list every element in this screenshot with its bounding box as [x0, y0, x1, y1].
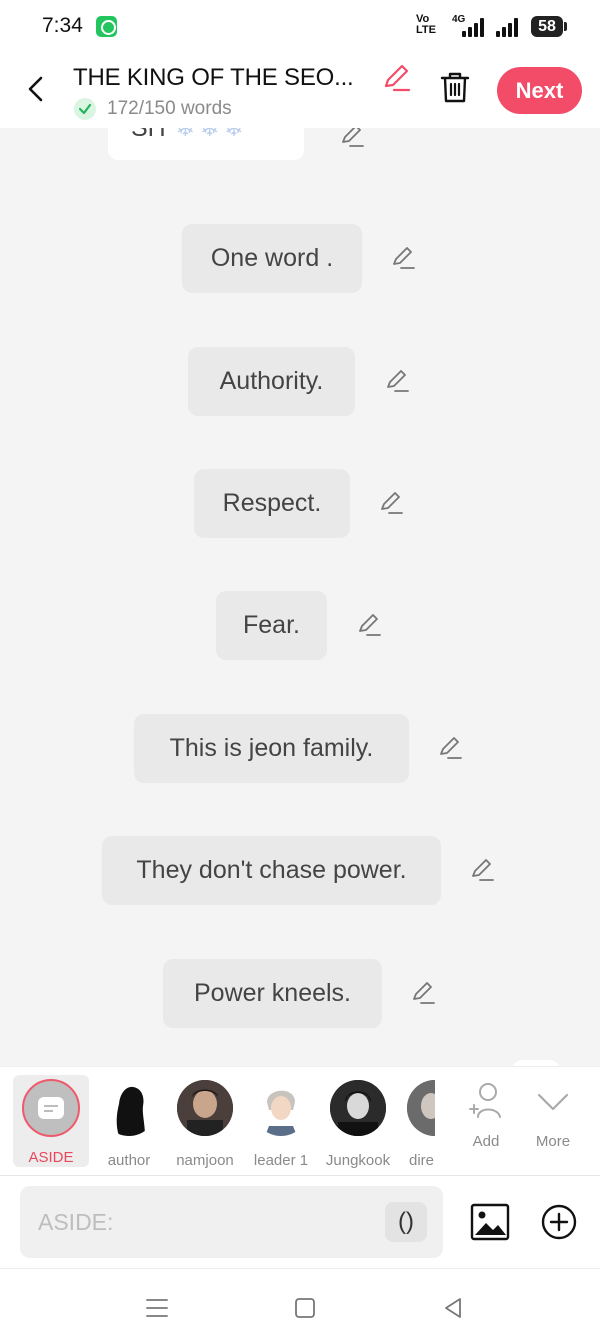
- add-person-icon: [469, 1083, 501, 1118]
- add-character-button[interactable]: Add: [456, 1081, 516, 1150]
- character-label: ASIDE: [28, 1149, 74, 1166]
- edit-message-icon[interactable]: [355, 611, 383, 639]
- editor-header: THE KING OF THE SEO... 172/150 words Nex…: [0, 52, 600, 128]
- edit-message-icon[interactable]: [468, 856, 496, 884]
- image-icon: [470, 1203, 510, 1241]
- character-label: leader 1: [253, 1152, 309, 1169]
- message-bubble[interactable]: They don't chase power.: [102, 836, 441, 905]
- character-label: author: [107, 1152, 151, 1169]
- back-nav-icon[interactable]: [440, 1295, 466, 1321]
- system-nav-bar: [0, 1268, 600, 1343]
- character-leader-1[interactable]: leader 1: [243, 1077, 319, 1169]
- silhouette-avatar: [101, 1080, 157, 1136]
- delete-button[interactable]: [438, 70, 472, 104]
- story-title: THE KING OF THE SEO...: [73, 64, 354, 91]
- photo-avatar: [407, 1080, 435, 1136]
- status-bar: 7:34 Vo LTE 4G 58: [0, 0, 600, 52]
- more-options-button[interactable]: [539, 1202, 579, 1242]
- edit-message-icon[interactable]: [377, 489, 405, 517]
- signal-icon-2: [496, 17, 522, 37]
- home-icon[interactable]: [292, 1295, 318, 1321]
- battery-icon: 58: [531, 16, 567, 37]
- parenthesis-button[interactable]: (): [385, 1202, 427, 1242]
- message-bubble-partial[interactable]: SH ❄❄❄: [108, 128, 304, 160]
- character-author[interactable]: author: [91, 1077, 167, 1169]
- character-label: dire: [409, 1152, 435, 1169]
- story-chat-area[interactable]: SH ❄❄❄ One word . Authority. Respect. Fe…: [0, 128, 600, 1066]
- edit-message-icon[interactable]: [338, 128, 366, 150]
- message-text: SH: [131, 128, 166, 143]
- status-time: 7:34: [42, 14, 83, 37]
- more-label: More: [535, 1133, 571, 1150]
- character-selector: ASIDE author namjoon leader 1 Jungkook d…: [0, 1066, 600, 1176]
- edit-message-icon[interactable]: [383, 367, 411, 395]
- message-bubble[interactable]: This is jeon family.: [134, 714, 409, 783]
- photo-avatar: [330, 1080, 386, 1136]
- photo-avatar: [177, 1080, 233, 1136]
- trash-icon: [440, 72, 470, 103]
- message-bubble[interactable]: Fear.: [216, 591, 327, 660]
- more-characters-button[interactable]: More: [523, 1081, 583, 1150]
- back-button[interactable]: [20, 72, 54, 106]
- check-icon: [74, 98, 96, 120]
- chevron-down-icon: [537, 1093, 569, 1111]
- anime-avatar: [253, 1080, 309, 1136]
- edit-title-button[interactable]: [380, 62, 412, 94]
- app-notification-icon: [96, 16, 117, 37]
- word-count-text: 172/150 words: [107, 98, 232, 119]
- character-jungkook[interactable]: Jungkook: [320, 1077, 396, 1169]
- next-button[interactable]: Next: [497, 67, 582, 114]
- word-count: 172/150 words: [74, 97, 232, 121]
- pencil-icon: [384, 64, 411, 92]
- composer-bar: ASIDE: (): [0, 1176, 600, 1268]
- add-label: Add: [472, 1133, 500, 1150]
- aside-icon: [22, 1079, 80, 1137]
- input-placeholder: ASIDE:: [38, 1209, 114, 1235]
- edit-message-icon[interactable]: [389, 244, 417, 272]
- message-bubble[interactable]: One word .: [182, 224, 362, 293]
- character-namjoon[interactable]: namjoon: [167, 1077, 243, 1169]
- chevron-left-icon: [28, 76, 43, 102]
- edit-message-icon[interactable]: [436, 734, 464, 762]
- message-bubble[interactable]: Respect.: [194, 469, 350, 538]
- message-input[interactable]: ASIDE: (): [20, 1186, 443, 1258]
- volte-indicator: Vo LTE: [416, 13, 436, 36]
- snowflake-emoji: ❄❄❄: [176, 128, 249, 142]
- insert-image-button[interactable]: [470, 1202, 510, 1242]
- character-label: Jungkook: [325, 1152, 391, 1169]
- menu-icon[interactable]: [144, 1295, 170, 1321]
- character-aside[interactable]: ASIDE: [13, 1075, 89, 1167]
- plus-circle-icon: [541, 1204, 577, 1240]
- character-dire[interactable]: dire: [391, 1077, 435, 1169]
- character-label: namjoon: [176, 1152, 234, 1169]
- signal-icon: [462, 17, 488, 37]
- edit-message-icon[interactable]: [409, 979, 437, 1007]
- message-bubble[interactable]: Authority.: [188, 347, 355, 416]
- message-bubble[interactable]: Power kneels.: [163, 959, 382, 1028]
